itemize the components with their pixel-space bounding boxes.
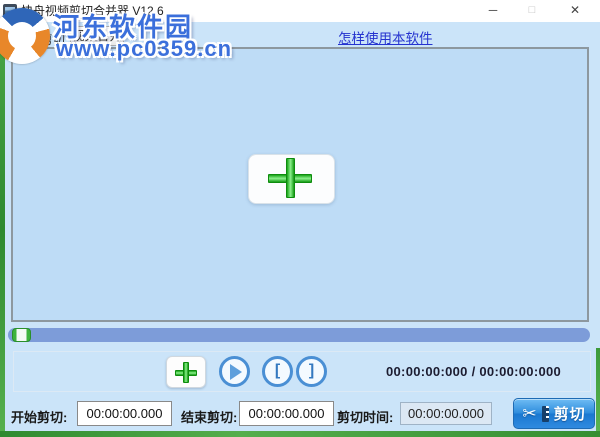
- film-strip-icon: [542, 406, 549, 422]
- start-cut-input[interactable]: [77, 401, 172, 426]
- add-file-button[interactable]: [166, 356, 206, 388]
- start-cut-label: 开始剪切:: [11, 407, 67, 426]
- scissors-icon: ✂: [522, 405, 536, 422]
- seek-slider-track[interactable]: [8, 328, 590, 342]
- close-button[interactable]: ✕: [558, 0, 592, 22]
- tab-video-merge[interactable]: 视频合并: [70, 26, 124, 46]
- tab-video-cut[interactable]: 视频剪切: [15, 29, 65, 48]
- cut-duration-value: 00:00:00.000: [400, 402, 492, 425]
- cut-duration-label: 剪切时间:: [337, 407, 393, 426]
- help-link[interactable]: 怎样使用本软件: [338, 27, 433, 47]
- mark-end-button[interactable]: ]: [296, 356, 327, 387]
- window-title: 快舟视频剪切合并器 V12.6: [21, 0, 164, 22]
- maximize-button[interactable]: □: [515, 0, 549, 22]
- desktop-edge-right: [596, 348, 600, 437]
- mark-start-button[interactable]: [: [262, 356, 293, 387]
- video-preview-area: [11, 47, 589, 322]
- playback-time-display: 00:00:00:000 / 00:00:00:000: [386, 352, 586, 391]
- plus-icon: [175, 362, 199, 384]
- cut-button[interactable]: ✂ 剪切: [513, 398, 595, 429]
- app-window: 快舟视频剪切合并器 V12.6 ─ □ ✕ 视频剪切 视频合并 怎样使用本软件 …: [0, 0, 600, 437]
- play-icon: [230, 364, 242, 380]
- app-icon: [3, 4, 17, 18]
- end-cut-label: 结束剪切:: [181, 407, 237, 426]
- seek-slider-thumb[interactable]: [12, 328, 31, 342]
- minimize-button[interactable]: ─: [476, 0, 510, 22]
- end-cut-input[interactable]: [239, 401, 334, 426]
- player-control-panel: [ ] 00:00:00:000 / 00:00:00:000: [13, 351, 591, 392]
- cut-button-label: 剪切: [554, 403, 586, 424]
- play-button[interactable]: [219, 356, 250, 387]
- add-video-button[interactable]: [248, 154, 335, 204]
- title-bar: 快舟视频剪切合并器 V12.6 ─ □ ✕: [0, 0, 600, 22]
- bracket-left-icon: [: [275, 363, 280, 379]
- desktop-edge-bottom: [0, 431, 600, 437]
- bracket-right-icon: ]: [309, 363, 314, 379]
- plus-icon: [268, 158, 314, 200]
- desktop-edge-left: [0, 22, 5, 437]
